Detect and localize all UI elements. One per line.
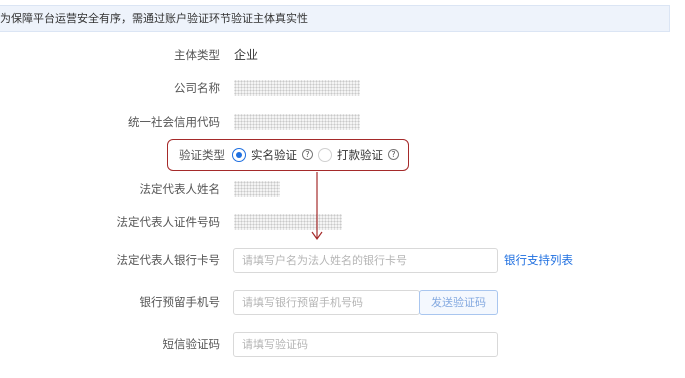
sms-code-input[interactable]: 请填写验证码 (233, 332, 498, 357)
send-code-button[interactable]: 发送验证码 (419, 290, 498, 315)
company-name-label: 公司名称 (174, 81, 220, 95)
help-icon-realname[interactable]: ? (302, 149, 313, 160)
radio-payment-label[interactable]: 打款验证 (337, 140, 383, 170)
subject-type-value: 企业 (234, 48, 259, 62)
phone-label: 银行预留手机号 (139, 295, 221, 309)
verify-type-highlight: 验证类型 实名验证 ? 打款验证 ? (167, 139, 409, 171)
phone-input[interactable]: 请填写银行预留手机号码 (233, 290, 420, 315)
legal-name-masked-value (234, 181, 280, 197)
sms-code-row: 短信验证码 请填写验证码 (0, 332, 685, 357)
radio-realname[interactable] (232, 148, 246, 162)
radio-realname-label[interactable]: 实名验证 (251, 140, 297, 170)
company-name-row: 公司名称 (0, 76, 685, 100)
company-name-masked-value (234, 80, 360, 96)
bank-card-row: 法定代表人银行卡号 请填写户名为法人姓名的银行卡号 银行支持列表 (0, 248, 685, 273)
credit-code-masked-value (234, 114, 360, 130)
verify-type-label: 验证类型 (179, 148, 225, 162)
notice-banner: 为保障平台运营安全有序，需通过账户验证环节验证主体真实性 (0, 5, 670, 32)
annotation-arrow (311, 172, 323, 241)
notice-text: 为保障平台运营安全有序，需通过账户验证环节验证主体真实性 (0, 12, 308, 25)
credit-code-row: 统一社会信用代码 (0, 110, 685, 134)
sms-code-label: 短信验证码 (162, 337, 221, 351)
subject-type-row: 主体类型 企业 (0, 43, 685, 67)
bank-card-label: 法定代表人银行卡号 (116, 253, 221, 267)
legal-name-label: 法定代表人姓名 (139, 182, 221, 196)
legal-id-row: 法定代表人证件号码 (0, 210, 685, 234)
radio-payment[interactable] (318, 148, 332, 162)
help-icon-payment[interactable]: ? (388, 149, 399, 160)
legal-name-row: 法定代表人姓名 (0, 177, 685, 201)
phone-row: 银行预留手机号 请填写银行预留手机号码 (0, 290, 685, 315)
bank-card-input[interactable]: 请填写户名为法人姓名的银行卡号 (233, 248, 498, 273)
subject-type-label: 主体类型 (174, 48, 220, 62)
bank-support-list-link[interactable]: 银行支持列表 (504, 248, 573, 272)
legal-id-label: 法定代表人证件号码 (116, 215, 221, 229)
credit-code-label: 统一社会信用代码 (128, 115, 220, 129)
